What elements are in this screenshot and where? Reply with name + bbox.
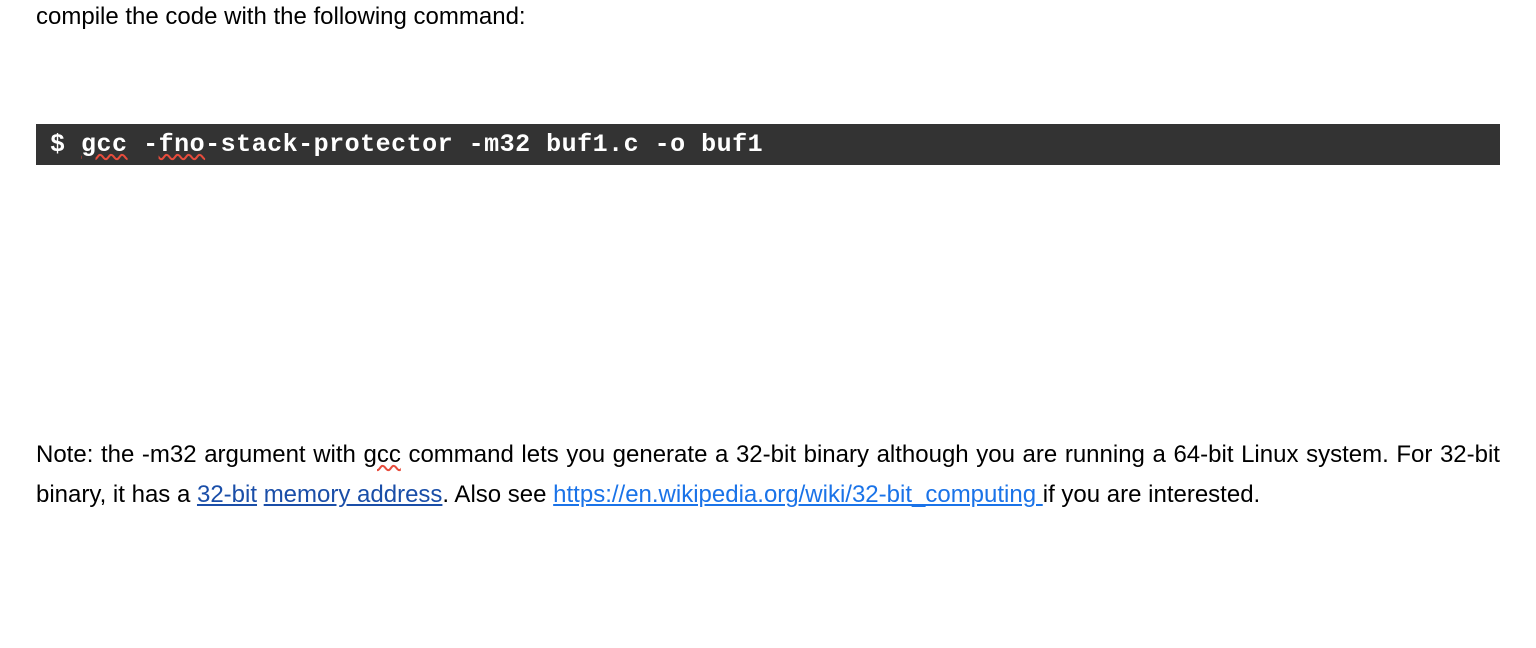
cmd-rest: -stack-protector -m32 buf1.c -o buf1 xyxy=(205,130,763,159)
cmd-dash: - xyxy=(143,130,159,159)
cmd-fno: fno xyxy=(159,130,206,159)
note-part1: Note: the -m32 argument with xyxy=(36,441,363,468)
intro-text: compile the code with the following comm… xyxy=(36,0,1500,34)
memory-address-link-a[interactable]: 32-bit xyxy=(197,481,257,508)
cmd-space xyxy=(128,130,144,159)
note-space xyxy=(257,481,264,508)
wikipedia-link[interactable]: https://en.wikipedia.org/wiki/32-bit_com… xyxy=(553,481,1043,508)
document-page: compile the code with the following comm… xyxy=(0,0,1536,516)
note-paragraph: Note: the -m32 argument with gcc command… xyxy=(36,435,1500,517)
memory-address-link-b[interactable]: memory address xyxy=(264,481,443,508)
note-part4: if you are interested. xyxy=(1043,481,1260,508)
note-part3: . Also see xyxy=(442,481,553,508)
cmd-gcc: gcc xyxy=(81,130,128,159)
prompt-symbol: $ xyxy=(50,130,66,159)
note-gcc: gcc xyxy=(363,441,400,468)
terminal-command-block: $ gcc -fno-stack-protector -m32 buf1.c -… xyxy=(36,124,1500,165)
